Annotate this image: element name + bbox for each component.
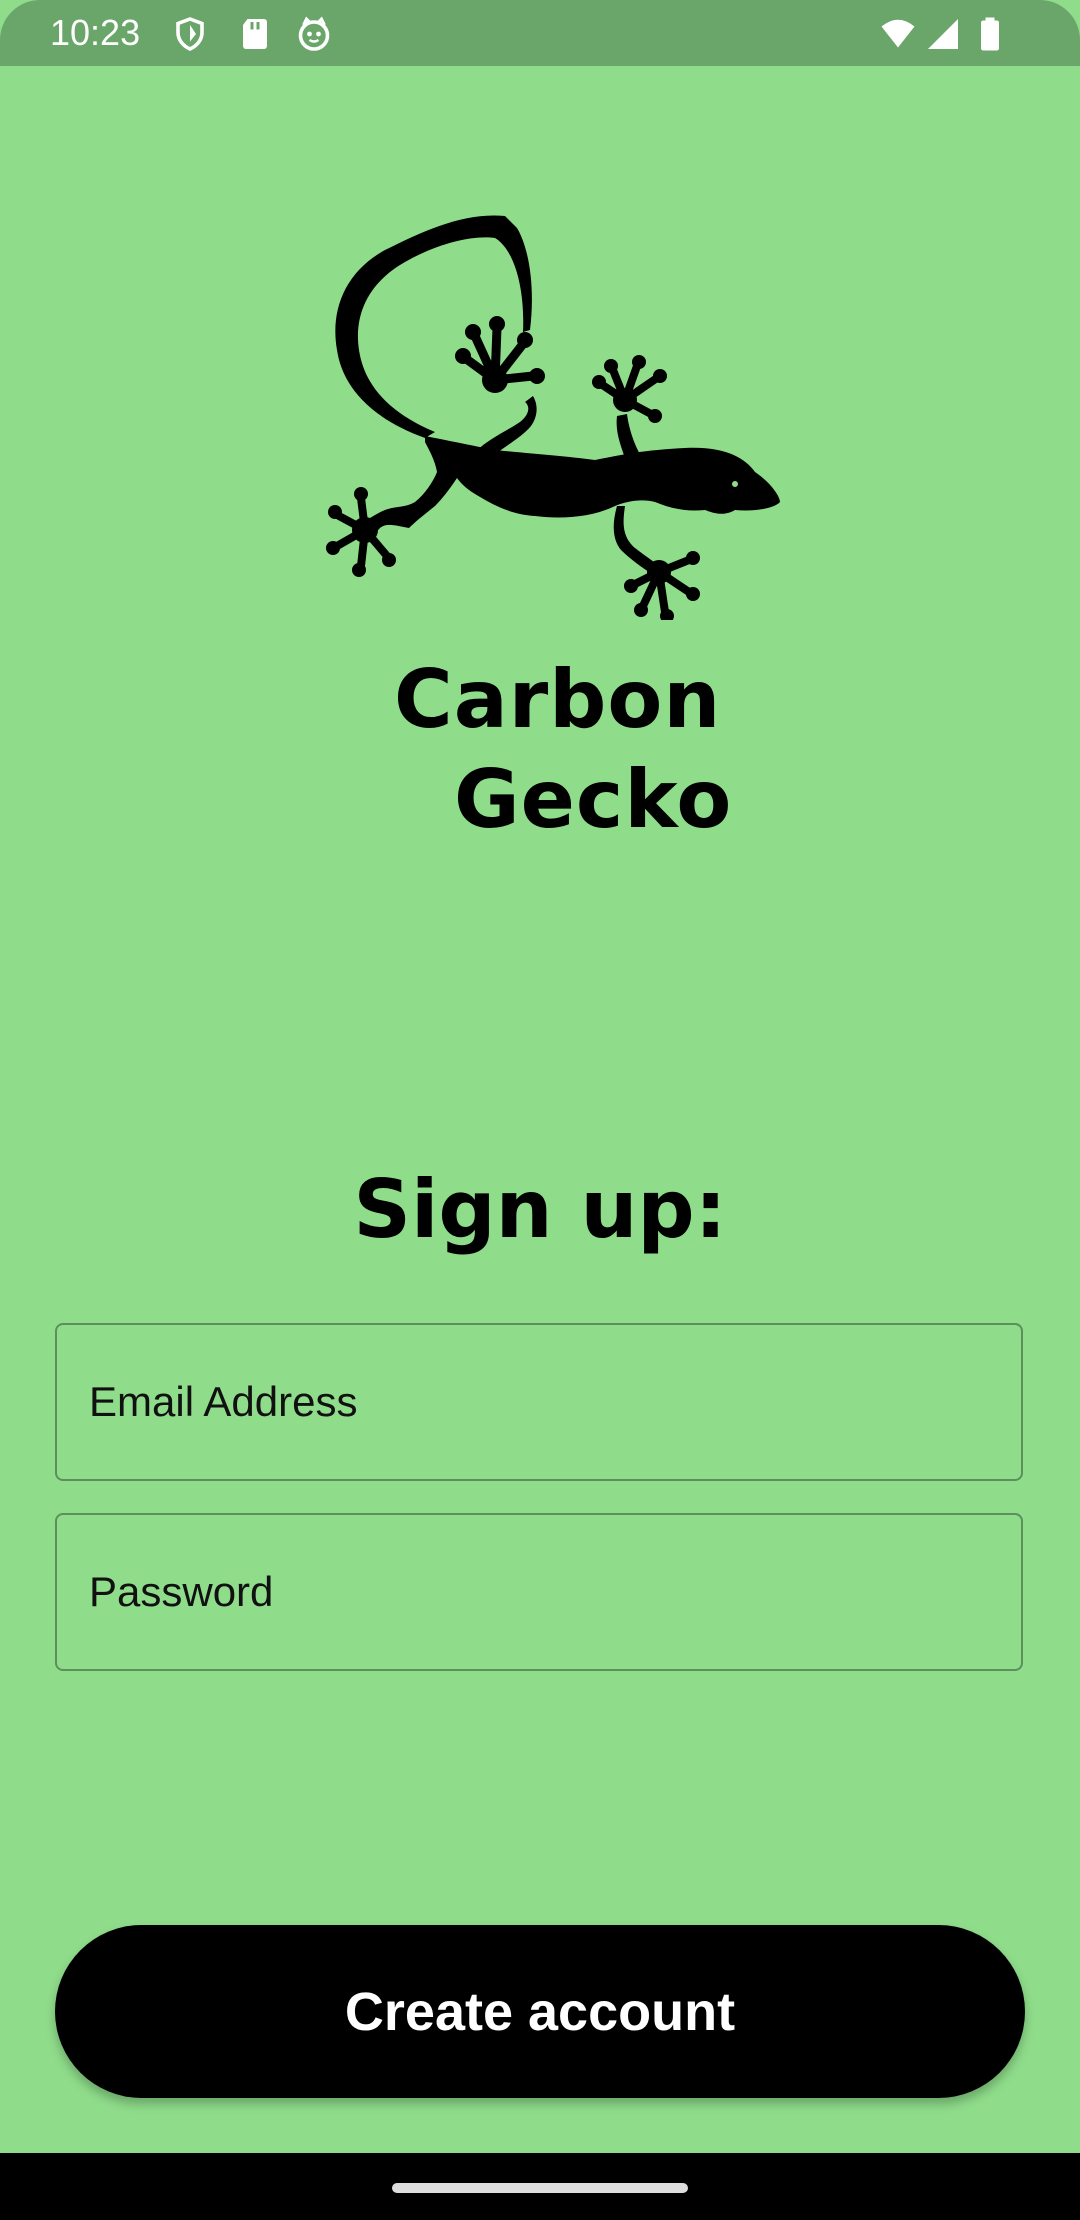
status-bar: 10:23 bbox=[0, 0, 1080, 66]
email-field[interactable] bbox=[57, 1325, 1021, 1479]
wifi-icon bbox=[880, 16, 916, 52]
cellular-signal-icon bbox=[925, 16, 961, 52]
password-field-container bbox=[55, 1513, 1023, 1671]
sd-card-icon bbox=[237, 16, 273, 52]
create-account-button[interactable]: Create account bbox=[55, 1925, 1025, 2098]
status-time: 10:23 bbox=[50, 12, 141, 53]
app-title-line-2: Gecko bbox=[454, 753, 733, 846]
home-indicator[interactable] bbox=[392, 2183, 688, 2193]
password-field[interactable] bbox=[57, 1515, 1021, 1669]
gecko-icon bbox=[325, 210, 785, 620]
email-field-container bbox=[55, 1323, 1023, 1481]
cat-face-icon bbox=[296, 16, 332, 52]
app-title-line-1: Carbon bbox=[394, 653, 722, 746]
shield-icon bbox=[172, 16, 208, 52]
signup-heading: Sign up: bbox=[353, 1163, 727, 1256]
battery-icon bbox=[975, 16, 1005, 52]
